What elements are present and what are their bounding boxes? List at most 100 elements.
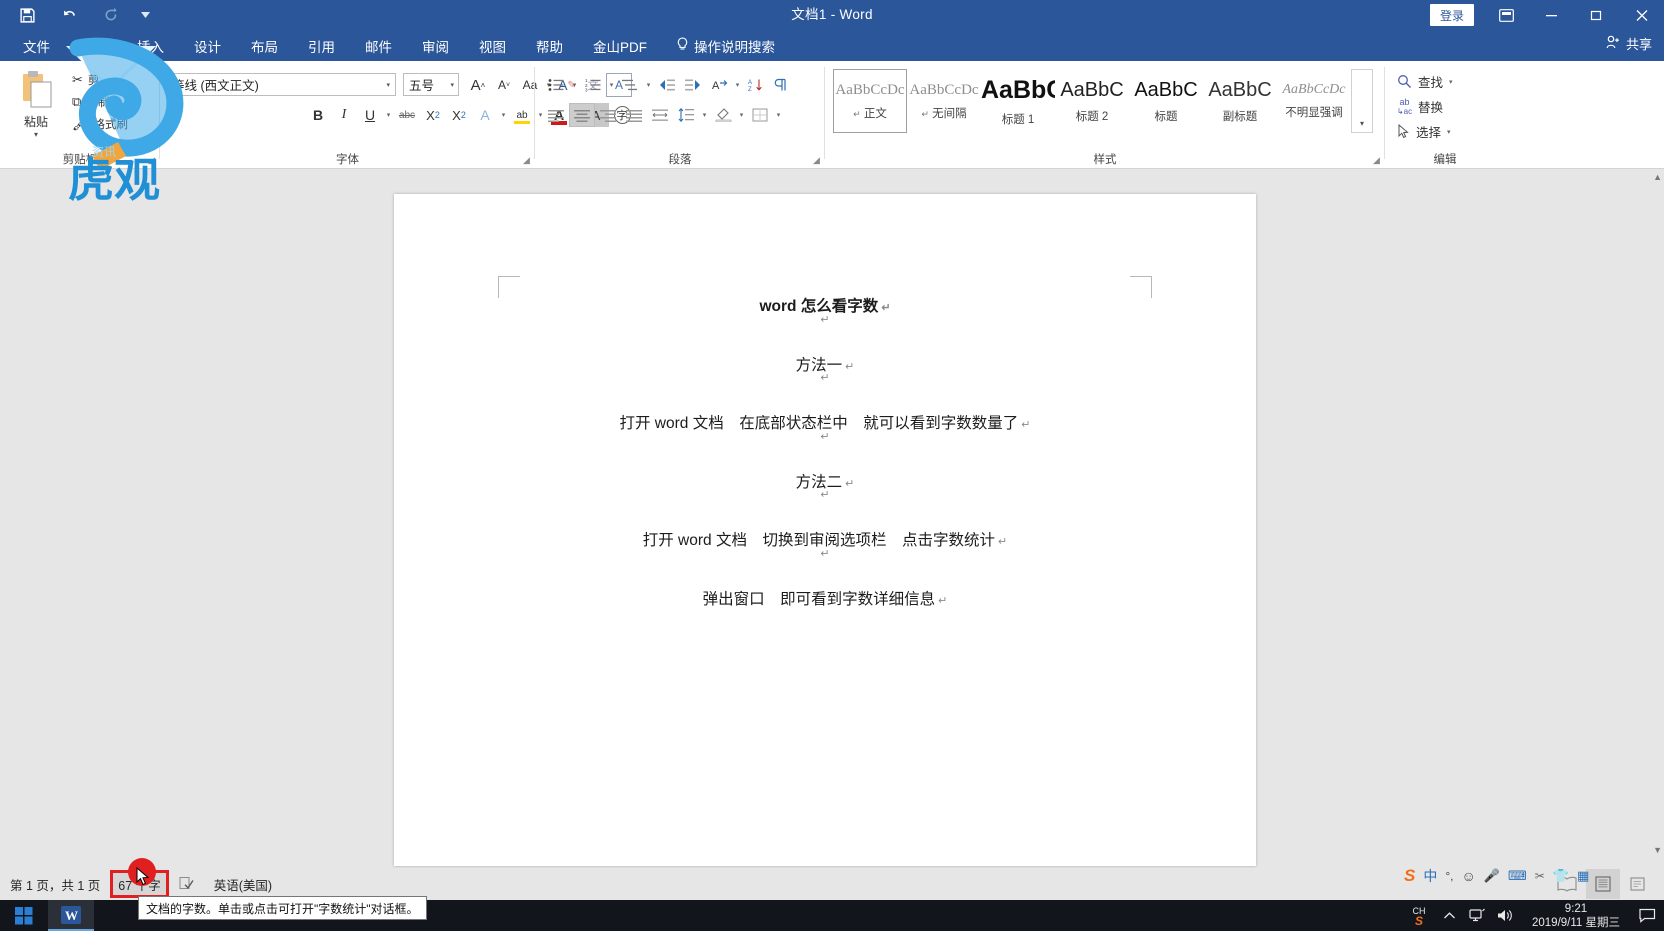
paragraph-dialog-launcher[interactable]: ◢ xyxy=(811,155,822,166)
chevron-down-icon[interactable]: ▾ xyxy=(773,103,784,127)
tab-kingsoft-pdf[interactable]: 金山PDF xyxy=(578,30,662,61)
tab-home[interactable]: 开始 xyxy=(65,30,122,61)
show-formatting-marks-button[interactable] xyxy=(769,73,795,97)
sort-button[interactable]: AZ xyxy=(743,73,769,97)
document-canvas[interactable]: word 怎么看字数 ↵ ↵ 方法一 ↵ ↵ 打开 word 文档 在底部状态栏… xyxy=(0,169,1664,868)
chevron-down-icon[interactable]: ▾ xyxy=(498,103,509,127)
chevron-down-icon[interactable]: ▾ xyxy=(34,130,38,139)
tab-references[interactable]: 引用 xyxy=(293,30,350,61)
punctuation-icon[interactable]: °, xyxy=(1445,869,1453,883)
language-indicator[interactable]: 英语(美国) xyxy=(204,872,282,896)
select-button[interactable]: 选择 ▾ xyxy=(1397,119,1453,144)
chevron-down-icon[interactable]: ▾ xyxy=(1449,78,1453,86)
tab-layout[interactable]: 布局 xyxy=(236,30,293,61)
subscript-button[interactable]: X2 xyxy=(420,103,446,127)
underline-button[interactable]: U xyxy=(357,103,383,127)
bullets-button[interactable] xyxy=(543,73,569,97)
font-dialog-launcher[interactable]: ◢ xyxy=(521,155,532,166)
sign-in-button[interactable]: 登录 xyxy=(1429,4,1474,26)
chevron-down-icon[interactable]: ▾ xyxy=(450,81,458,89)
restore-button[interactable] xyxy=(1574,0,1619,30)
tab-mailings[interactable]: 邮件 xyxy=(350,30,407,61)
tab-review[interactable]: 审阅 xyxy=(407,30,464,61)
style-no-spacing[interactable]: AaBbCcDc ↵ 无间隔 xyxy=(907,69,981,133)
chevron-down-icon[interactable]: ▾ xyxy=(606,73,617,97)
multilevel-list-button[interactable] xyxy=(617,73,643,97)
grow-font-button[interactable]: A ˄ xyxy=(465,73,491,97)
skin-icon[interactable]: 👕 xyxy=(1553,868,1569,884)
ribbon-display-options-icon[interactable] xyxy=(1484,0,1529,30)
italic-button[interactable]: I xyxy=(331,103,357,127)
tab-view[interactable]: 视图 xyxy=(464,30,521,61)
shading-button[interactable] xyxy=(710,103,736,127)
justify-button[interactable] xyxy=(621,103,647,127)
borders-button[interactable] xyxy=(747,103,773,127)
chevron-down-icon[interactable]: ▾ xyxy=(736,103,747,127)
style-heading-2[interactable]: AaBbC 标题 2 xyxy=(1055,69,1129,133)
ime-indicator[interactable]: CH S xyxy=(1402,900,1436,931)
cut-button[interactable]: ✂ 剪切 xyxy=(72,69,150,91)
tab-file[interactable]: 文件 xyxy=(8,30,65,61)
format-painter-button[interactable]: 🖌 格式刷 xyxy=(72,113,150,135)
decrease-indent-button[interactable] xyxy=(654,73,680,97)
share-button[interactable]: 共享 xyxy=(1606,34,1652,53)
taskbar-item-word[interactable]: W xyxy=(48,900,94,931)
tab-design[interactable]: 设计 xyxy=(179,30,236,61)
align-left-button[interactable] xyxy=(543,103,569,127)
tab-insert[interactable]: 插入 xyxy=(122,30,179,61)
chinese-mode-icon[interactable]: 中 xyxy=(1423,866,1437,886)
strikethrough-button[interactable]: abc xyxy=(394,103,420,127)
replace-button[interactable]: ab ↳ac 替换 xyxy=(1397,94,1453,119)
page-indicator[interactable]: 第 1 页，共 1 页 xyxy=(0,872,110,896)
chinese-layout-button[interactable]: A xyxy=(706,73,732,97)
chevron-down-icon[interactable]: ▾ xyxy=(732,73,743,97)
text-highlight-color-button[interactable]: ab xyxy=(509,103,535,127)
notification-center-icon[interactable] xyxy=(1632,900,1662,931)
font-name-combobox[interactable]: 等线 (西文正文) ▾ xyxy=(166,73,396,96)
tell-me-search[interactable]: 操作说明搜索 xyxy=(662,36,775,56)
show-hidden-icons-button[interactable] xyxy=(1436,900,1464,931)
align-right-button[interactable] xyxy=(595,103,621,127)
style-subtle-emphasis[interactable]: AaBbCcDc 不明显强调 xyxy=(1277,69,1351,133)
chevron-down-icon[interactable]: ▾ xyxy=(386,81,395,89)
numbering-button[interactable]: 123 xyxy=(580,73,606,97)
distribute-button[interactable] xyxy=(647,103,673,127)
volume-icon[interactable] xyxy=(1492,900,1520,931)
sogou-logo-icon[interactable]: S xyxy=(1404,866,1415,886)
sogou-ime-toolbar[interactable]: S 中 °, ☺ 🎤 ⌨ ✂ 👕 ▦ xyxy=(1398,862,1595,890)
web-layout-button[interactable] xyxy=(1622,869,1656,899)
windows-start-icon[interactable] xyxy=(0,900,48,931)
close-button[interactable] xyxy=(1619,0,1664,30)
style-heading-1[interactable]: AaBbC 标题 1 xyxy=(981,69,1055,133)
line-spacing-button[interactable] xyxy=(673,103,699,127)
clipboard-dialog-launcher[interactable]: ◢ xyxy=(146,155,157,166)
paste-button[interactable]: 粘贴 ▾ xyxy=(6,67,66,145)
chevron-down-icon[interactable]: ▾ xyxy=(643,73,654,97)
network-icon[interactable] xyxy=(1464,900,1492,931)
scroll-down-arrow[interactable]: ▼ xyxy=(1653,845,1662,855)
minimize-button[interactable] xyxy=(1529,0,1574,30)
copy-button[interactable]: ⧉ 复制 xyxy=(72,91,150,113)
find-button[interactable]: 查找 ▾ xyxy=(1397,69,1453,94)
chevron-down-icon[interactable]: ▾ xyxy=(383,103,394,127)
style-title[interactable]: AaBbC 标题 xyxy=(1129,69,1203,133)
style-subtitle[interactable]: AaBbC 副标题 xyxy=(1203,69,1277,133)
tab-help[interactable]: 帮助 xyxy=(521,30,578,61)
chevron-down-icon[interactable]: ▾ xyxy=(1447,128,1451,136)
bold-button[interactable]: B xyxy=(305,103,331,127)
align-center-button[interactable] xyxy=(569,103,595,127)
soft-keyboard-icon[interactable]: ⌨ xyxy=(1508,868,1527,884)
font-size-combobox[interactable]: 五号 ▾ xyxy=(403,73,459,96)
voice-input-icon[interactable]: 🎤 xyxy=(1484,868,1500,884)
text-effects-button[interactable]: A xyxy=(472,103,498,127)
styles-dialog-launcher[interactable]: ◢ xyxy=(1371,155,1382,166)
screenshot-icon[interactable]: ✂ xyxy=(1535,869,1545,883)
chevron-down-icon[interactable]: ▾ xyxy=(569,73,580,97)
superscript-button[interactable]: X2 xyxy=(446,103,472,127)
scroll-up-arrow[interactable]: ▲ xyxy=(1653,172,1662,182)
chevron-down-icon[interactable]: ▾ xyxy=(699,103,710,127)
style-normal[interactable]: AaBbCcDc ↵ 正文 xyxy=(833,69,907,133)
proofing-status[interactable] xyxy=(169,872,204,896)
shrink-font-button[interactable]: A ˅ xyxy=(491,73,517,97)
document-text-body[interactable]: word 怎么看字数 ↵ ↵ 方法一 ↵ ↵ 打开 word 文档 在底部状态栏… xyxy=(494,299,1156,607)
